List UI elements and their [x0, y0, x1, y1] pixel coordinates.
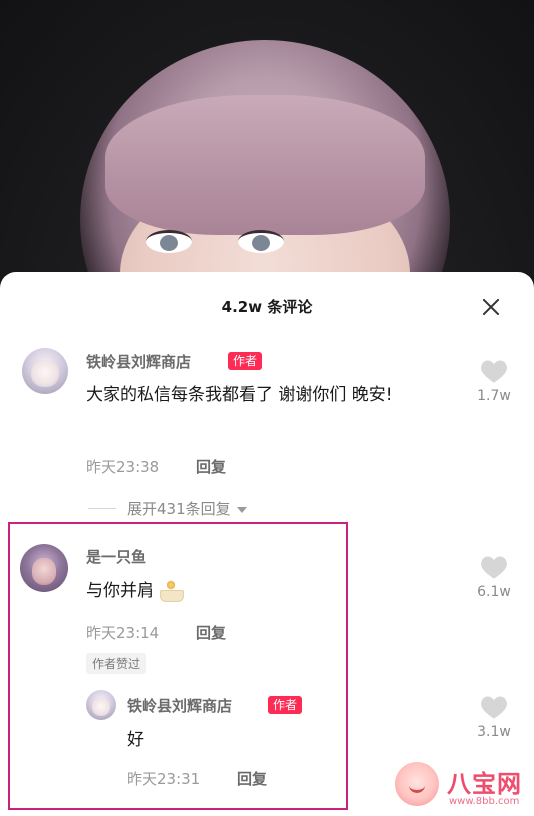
watermark: 八宝网 www.8bb.com — [395, 762, 530, 812]
video-eye-left — [146, 230, 192, 253]
like-button[interactable]: 1.7w — [469, 358, 519, 404]
like-count: 1.7w — [477, 388, 511, 404]
expand-divider — [88, 508, 116, 509]
watermark-logo-icon — [395, 762, 439, 806]
expand-replies-button[interactable]: 展开431条回复 — [127, 498, 247, 519]
comment-count-title: 4.2w 条评论 — [221, 298, 313, 316]
comment-username[interactable]: 铁岭县刘辉商店 — [86, 351, 191, 372]
heart-icon — [481, 556, 507, 579]
chevron-down-icon — [236, 506, 247, 513]
like-count: 3.1w — [477, 724, 511, 740]
highlight-annotation-box — [8, 522, 348, 810]
comment-time: 昨天23:38 — [86, 458, 160, 476]
like-count: 6.1w — [477, 584, 511, 600]
watermark-name: 八宝网 — [447, 770, 522, 798]
video-background — [0, 0, 534, 290]
heart-icon — [481, 696, 507, 719]
like-button[interactable]: 3.1w — [469, 694, 519, 740]
reply-button[interactable]: 回复 — [196, 456, 226, 477]
close-icon[interactable] — [478, 294, 504, 320]
expand-replies-label: 展开431条回复 — [127, 500, 231, 518]
like-button[interactable]: 6.1w — [469, 554, 519, 600]
video-eye-right — [238, 230, 284, 253]
heart-icon — [481, 360, 507, 383]
avatar[interactable] — [22, 348, 68, 394]
video-bangs — [105, 95, 425, 235]
author-badge: 作者 — [228, 352, 263, 370]
watermark-url: www.8bb.com — [449, 796, 520, 807]
comment-text: 大家的私信每条我都看了 谢谢你们 晚安! — [86, 385, 393, 405]
